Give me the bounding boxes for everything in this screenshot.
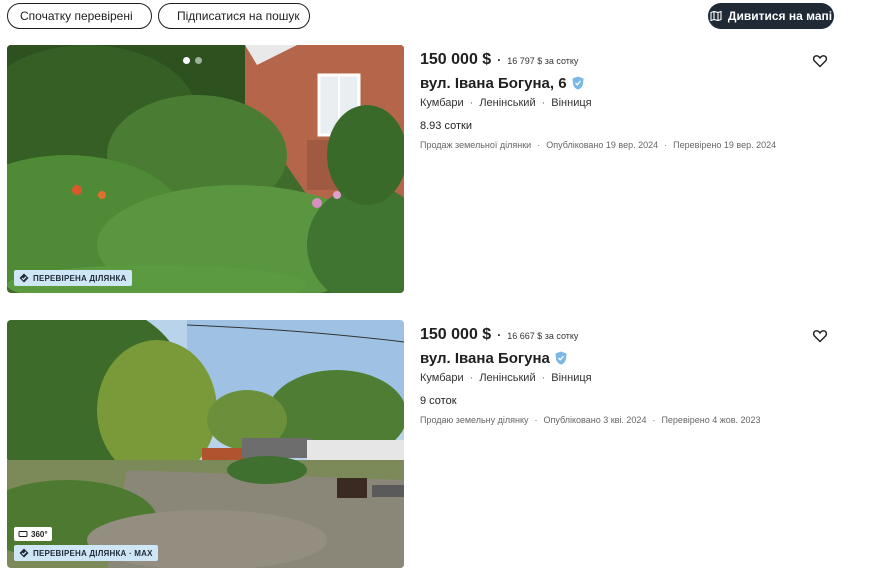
heart-icon[interactable] — [812, 53, 828, 69]
yard-photo — [7, 320, 404, 568]
listing-location: Кумбари · Ленінський · Вінниця — [420, 97, 592, 109]
photo-pagination[interactable] — [183, 57, 202, 64]
listing-type: Продаю земельну ділянку — [420, 415, 529, 425]
listing-info: 150 000 $ · 16 797 $ за сотку вул. Івана… — [420, 51, 834, 150]
address-text: вул. Івана Богуна, 6 — [420, 74, 567, 92]
listing-card[interactable]: 360° ПЕРЕВІРЕНА ДІЛЯНКА · MAX 150 000 $ … — [7, 320, 834, 568]
listing-location: Кумбари · Ленінський · Вінниця — [420, 372, 592, 384]
published-date: Опубліковано 3 кві. 2024 — [543, 415, 647, 425]
listing-type: Продаж земельної ділянки — [420, 140, 532, 150]
separator-dot: · — [497, 53, 502, 67]
garden-house-photo — [7, 45, 404, 293]
village: Кумбари — [420, 372, 464, 384]
badge-label: ПЕРЕВІРЕНА ДІЛЯНКА · MAX — [33, 548, 153, 558]
city: Вінниця — [551, 372, 592, 384]
price-per-are: 16 797 $ за сотку — [507, 56, 579, 66]
verified-shield-icon — [555, 351, 567, 365]
map-icon — [710, 10, 722, 22]
map-label: Дивитися на мапі — [727, 9, 833, 23]
listing-meta: Продаж земельної ділянки · Опубліковано … — [420, 140, 777, 150]
checked-date: Перевірено 19 вер. 2024 — [673, 140, 777, 150]
verified-shield-icon — [572, 76, 584, 90]
sort-dropdown[interactable]: Спочатку перевірені — [7, 3, 152, 29]
pagination-dot[interactable] — [183, 57, 190, 64]
check-badge-icon — [19, 548, 29, 558]
listing-price: 150 000 $ — [420, 51, 492, 68]
verified-plot-badge: ПЕРЕВІРЕНА ДІЛЯНКА · MAX — [14, 545, 158, 561]
toolbar: Спочатку перевірені Підписатися на пошук… — [7, 3, 834, 29]
sort-label: Спочатку перевірені — [20, 9, 133, 23]
subscribe-search-button[interactable]: Підписатися на пошук — [158, 3, 310, 29]
listing-photo[interactable]: ПЕРЕВІРЕНА ДІЛЯНКА — [7, 45, 404, 293]
pagination-dot[interactable] — [195, 57, 202, 64]
listing-info: 150 000 $ · 16 667 $ за сотку вул. Івана… — [420, 326, 834, 425]
panorama-360-badge[interactable]: 360° — [14, 527, 52, 541]
panorama-360-icon — [18, 531, 28, 537]
plot-area: 8.93 сотки — [420, 120, 472, 132]
subscribe-label: Підписатися на пошук — [177, 9, 300, 23]
badge-label: ПЕРЕВІРЕНА ДІЛЯНКА — [33, 273, 127, 283]
heart-icon[interactable] — [812, 328, 828, 344]
listing-price: 150 000 $ — [420, 326, 492, 343]
listing-card[interactable]: ПЕРЕВІРЕНА ДІЛЯНКА 150 000 $ · 16 797 $ … — [7, 45, 834, 293]
plot-area: 9 соток — [420, 395, 457, 407]
listing-photo[interactable]: 360° ПЕРЕВІРЕНА ДІЛЯНКА · MAX — [7, 320, 404, 568]
listing-meta: Продаю земельну ділянку · Опубліковано 3… — [420, 415, 761, 425]
view-on-map-button[interactable]: Дивитися на мапі — [708, 3, 834, 29]
price-per-are: 16 667 $ за сотку — [507, 331, 579, 341]
district: Ленінський — [479, 372, 536, 384]
verified-plot-badge: ПЕРЕВІРЕНА ДІЛЯНКА — [14, 270, 132, 286]
check-badge-icon — [19, 273, 29, 283]
listing-address[interactable]: вул. Івана Богуна, 6 — [420, 73, 834, 93]
address-text: вул. Івана Богуна — [420, 349, 550, 367]
village: Кумбари — [420, 97, 464, 109]
separator-dot: · — [497, 328, 502, 342]
published-date: Опубліковано 19 вер. 2024 — [546, 140, 659, 150]
badge-360-label: 360° — [31, 529, 48, 539]
district: Ленінський — [479, 97, 536, 109]
checked-date: Перевірено 4 жов. 2023 — [661, 415, 761, 425]
city: Вінниця — [551, 97, 592, 109]
listing-address[interactable]: вул. Івана Богуна — [420, 348, 834, 368]
